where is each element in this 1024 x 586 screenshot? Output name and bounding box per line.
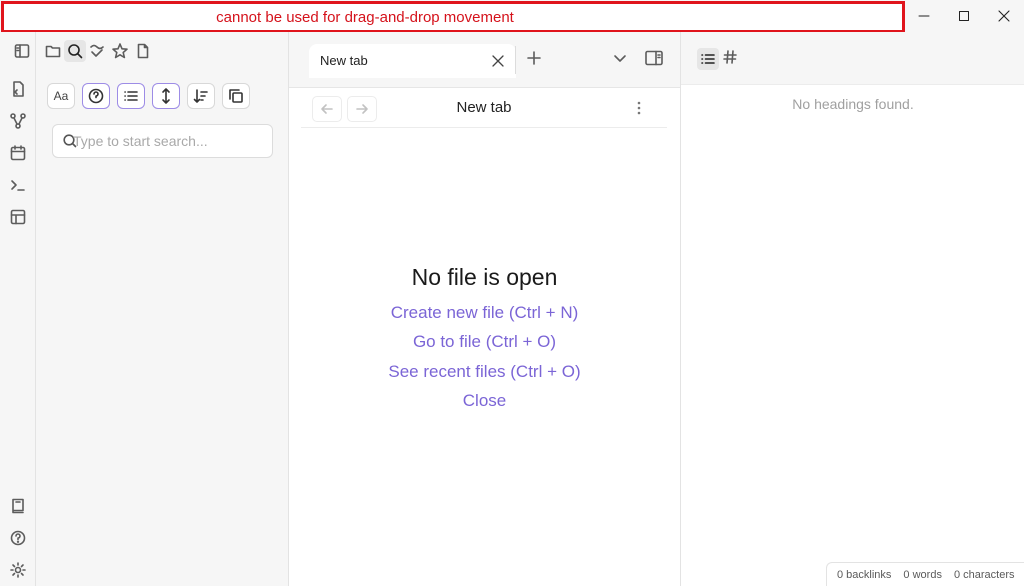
show-more-context-button[interactable]	[152, 83, 180, 109]
close-icon	[998, 10, 1010, 22]
copy-icon	[229, 89, 243, 103]
help-button[interactable]	[8, 528, 28, 548]
sidebar-right-icon	[645, 50, 663, 66]
word-count: 0 words	[903, 568, 942, 581]
tab-starred[interactable]	[109, 40, 131, 62]
vault-icon	[12, 498, 24, 514]
layout-template-icon	[10, 209, 26, 225]
plus-icon	[527, 51, 541, 65]
search-box	[52, 124, 273, 158]
star-icon	[112, 43, 128, 59]
left-sidebar: Aa	[14, 32, 289, 586]
close-link[interactable]: Close	[289, 391, 680, 411]
list-icon	[124, 91, 138, 101]
create-new-file-link[interactable]: Create new file (Ctrl + N)	[289, 303, 680, 323]
open-quick-switcher-button[interactable]	[8, 79, 28, 99]
see-recent-files-link[interactable]: See recent files (Ctrl + O)	[289, 362, 680, 382]
go-to-file-link[interactable]: Go to file (Ctrl + O)	[289, 332, 680, 352]
chevron-down-icon	[614, 55, 626, 62]
tab-tags[interactable]	[722, 49, 738, 65]
no-headings-message: No headings found.	[792, 96, 914, 112]
sort-icon	[193, 89, 208, 103]
character-count: 0 characters	[953, 568, 1015, 581]
match-case-label: Aa	[53, 89, 69, 103]
collapse-results-button[interactable]	[117, 83, 145, 109]
title-bar: cannot be used for drag-and-drop movemen…	[0, 0, 1024, 33]
tab-divider	[515, 46, 516, 74]
tab-list-button[interactable]	[613, 51, 627, 65]
sidebar-left-icon	[14, 44, 30, 58]
graph-view-button[interactable]	[8, 111, 28, 131]
expand-vertical-icon	[162, 88, 170, 104]
close-icon	[492, 55, 504, 67]
help-circle-icon	[88, 88, 104, 104]
right-sidebar: No headings found.	[680, 32, 1024, 586]
close-tab-button[interactable]	[491, 54, 505, 68]
tab-search[interactable]	[64, 40, 86, 62]
vault-switcher-button[interactable]	[8, 496, 28, 516]
match-case-button[interactable]: Aa	[47, 83, 75, 109]
backlinks-count[interactable]: 0 backlinks	[837, 569, 891, 581]
view-title: New tab	[456, 99, 512, 116]
calendar-icon	[10, 145, 26, 161]
search-icon	[68, 44, 83, 59]
view-header: New tab	[301, 88, 667, 128]
ribbon	[0, 32, 36, 586]
toggle-left-sidebar-button[interactable]	[11, 40, 33, 62]
help-icon	[10, 530, 26, 546]
explain-search-button[interactable]	[82, 83, 110, 109]
drag-warning-text: cannot be used for drag-and-drop movemen…	[216, 9, 514, 26]
new-tab-button[interactable]	[526, 50, 542, 66]
new-note-button[interactable]	[132, 40, 154, 62]
maximize-icon	[959, 11, 969, 21]
drag-warning-box: cannot be used for drag-and-drop movemen…	[1, 1, 905, 33]
folder-icon	[45, 45, 61, 58]
status-bar: 0 backlinks 0 words 0 characters	[826, 562, 1024, 586]
main-view: New tab No file is open Create new file …	[289, 88, 680, 586]
daily-note-button[interactable]	[8, 143, 28, 163]
command-palette-button[interactable]	[8, 175, 28, 195]
sort-order-button[interactable]	[187, 83, 215, 109]
close-window-button[interactable]	[984, 0, 1024, 32]
quick-switcher-icon	[13, 81, 24, 97]
settings-gear-icon	[10, 562, 26, 578]
maximize-button[interactable]	[944, 0, 984, 32]
tab-label: New tab	[320, 53, 368, 68]
copy-results-button[interactable]	[222, 83, 250, 109]
right-sidebar-header	[681, 32, 1024, 85]
tab-outline[interactable]	[697, 48, 719, 70]
graph-view-icon	[10, 113, 26, 129]
tab-new-tab[interactable]: New tab	[309, 44, 516, 78]
search-input[interactable]	[73, 133, 263, 149]
tab-bar: New tab	[289, 32, 680, 88]
tab-bookmarks[interactable]	[86, 40, 108, 62]
terminal-icon	[11, 180, 25, 191]
bookmark-search-icon	[90, 44, 104, 57]
tab-file-explorer[interactable]	[42, 40, 64, 62]
settings-button[interactable]	[8, 560, 28, 580]
list-icon	[701, 54, 715, 64]
templates-button[interactable]	[8, 207, 28, 227]
minimize-button[interactable]	[904, 0, 944, 32]
minimize-icon	[918, 15, 930, 17]
file-icon	[137, 43, 149, 59]
hash-icon	[723, 50, 737, 64]
more-vertical-icon	[637, 101, 641, 115]
toggle-right-sidebar-button[interactable]	[644, 49, 664, 67]
more-options-button[interactable]	[634, 99, 644, 117]
empty-state-title: No file is open	[411, 264, 558, 290]
